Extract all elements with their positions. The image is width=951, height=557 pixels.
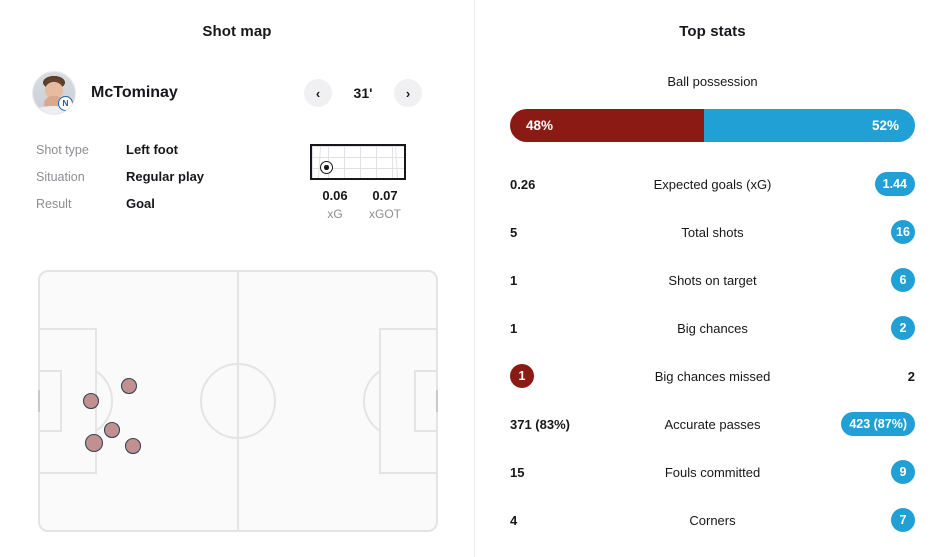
stat-home-cell: 15 bbox=[510, 465, 524, 480]
goal-frame-diagram bbox=[310, 144, 406, 180]
shot-marker-home[interactable] bbox=[82, 392, 100, 410]
goal-left bbox=[38, 390, 40, 412]
possession-home-segment: 48% bbox=[510, 109, 705, 142]
stat-home-cell: 5 bbox=[510, 225, 517, 240]
detail-value: Left foot bbox=[126, 142, 178, 157]
shot-map-panel: Shot map N McTominay ‹ 31' › Shot type L… bbox=[0, 0, 474, 557]
stat-away-pill: 16 bbox=[891, 220, 915, 244]
stat-row: 1 Shots on target 6 bbox=[510, 256, 915, 304]
stat-away-pill: 1.44 bbox=[874, 172, 915, 196]
shot-map-title: Shot map bbox=[202, 23, 272, 40]
stat-home-value: 1 bbox=[510, 272, 518, 288]
detail-row-result: Result Goal bbox=[36, 196, 286, 223]
goal-right bbox=[436, 390, 438, 412]
avatar: N bbox=[32, 71, 76, 115]
prev-shot-button[interactable]: ‹ bbox=[304, 79, 332, 107]
shot-marker-home[interactable] bbox=[103, 421, 121, 439]
shot-map-pitch[interactable] bbox=[38, 270, 438, 532]
stat-home-cell: 371 (83%) bbox=[510, 417, 570, 432]
stat-home-cell: 0.26 bbox=[510, 177, 535, 192]
stat-row: 1 Big chances 2 bbox=[510, 304, 915, 352]
shot-minute: 31' bbox=[353, 85, 373, 101]
club-badge-icon: N bbox=[58, 96, 73, 111]
stat-row: 0.26 Expected goals (xG) 1.44 bbox=[510, 160, 915, 208]
detail-key: Shot type bbox=[36, 143, 89, 157]
detail-value: Goal bbox=[126, 196, 155, 211]
stat-home-pill: 1 bbox=[510, 364, 534, 388]
stat-home-cell: 1 bbox=[510, 364, 534, 388]
stat-away-cell: 6 bbox=[891, 268, 915, 292]
detail-row-shot-type: Shot type Left foot bbox=[36, 142, 286, 169]
stat-home-cell: 1 bbox=[510, 321, 517, 336]
player-header: N McTominay ‹ 31' › bbox=[32, 67, 442, 119]
stat-label: Fouls committed bbox=[664, 464, 761, 480]
stat-away-cell: 9 bbox=[891, 460, 915, 484]
stat-label: Big chances missed bbox=[654, 368, 771, 384]
stat-away-cell: 16 bbox=[891, 220, 915, 244]
stat-home-cell: 1 bbox=[510, 273, 517, 288]
xgot-value: 0.07 bbox=[372, 188, 398, 203]
xg-cell: 0.06 xG bbox=[310, 188, 360, 221]
shot-details: Shot type Left foot Situation Regular pl… bbox=[36, 142, 286, 223]
stat-label: Big chances bbox=[677, 320, 748, 336]
pitch-container[interactable] bbox=[38, 270, 438, 532]
stat-away-pill: 2 bbox=[891, 316, 915, 340]
stat-label: Corners bbox=[689, 512, 736, 528]
stat-home-value: 15 bbox=[510, 464, 525, 480]
stat-home-value: 5 bbox=[510, 224, 518, 240]
detail-key: Result bbox=[36, 197, 72, 211]
xg-values: 0.06 xG 0.07 xGOT bbox=[310, 188, 410, 221]
stat-away-cell: 1.44 bbox=[874, 172, 915, 196]
xgot-cell: 0.07 xGOT bbox=[360, 188, 410, 221]
detail-key: Situation bbox=[36, 170, 85, 184]
goal-frame-block: 0.06 xG 0.07 xGOT bbox=[310, 144, 410, 221]
stat-away-cell: 2 bbox=[891, 316, 915, 340]
stat-home-cell: 4 bbox=[510, 513, 517, 528]
stat-away-pill: 9 bbox=[891, 460, 915, 484]
stat-away-pill: 6 bbox=[891, 268, 915, 292]
stat-row: 371 (83%) Accurate passes 423 (87%) bbox=[510, 400, 915, 448]
shot-navigation: ‹ 31' › bbox=[304, 79, 422, 107]
stat-row: 15 Fouls committed 9 bbox=[510, 448, 915, 496]
shot-marker-home[interactable] bbox=[120, 377, 138, 395]
detail-value: Regular play bbox=[126, 169, 205, 184]
shot-marker-home[interactable] bbox=[84, 433, 104, 453]
top-stats-panel: Top stats Ball possession 48% 52% 0.26 Ex… bbox=[474, 0, 951, 557]
stat-away-pill: 7 bbox=[891, 508, 915, 532]
shot-marker-home[interactable] bbox=[124, 437, 142, 455]
ball-possession-block: Ball possession 48% 52% bbox=[510, 74, 915, 142]
stat-label: Shots on target bbox=[668, 272, 757, 288]
possession-away-segment: 52% bbox=[704, 109, 915, 142]
match-stats-page: Shot map N McTominay ‹ 31' › Shot type L… bbox=[0, 0, 951, 557]
shot-placement-ball-icon bbox=[320, 161, 333, 174]
ball-possession-bar: 48% 52% bbox=[510, 109, 915, 142]
xgot-label: xGOT bbox=[369, 207, 401, 221]
stat-away-value: 2 bbox=[907, 368, 915, 384]
next-shot-button[interactable]: › bbox=[394, 79, 422, 107]
stat-row: 5 Total shots 16 bbox=[510, 208, 915, 256]
stats-list: 0.26 Expected goals (xG) 1.44 5 Total shots 1… bbox=[510, 160, 915, 544]
stat-home-value: 4 bbox=[510, 512, 518, 528]
stat-home-value: 1 bbox=[510, 320, 518, 336]
stat-label: Total shots bbox=[681, 224, 744, 240]
stat-away-cell: 423 (87%) bbox=[841, 412, 915, 436]
stat-away-cell: 2 bbox=[908, 369, 915, 384]
stat-away-pill: 423 (87%) bbox=[841, 412, 915, 436]
top-stats-title: Top stats bbox=[679, 23, 746, 40]
stat-row: 4 Corners 7 bbox=[510, 496, 915, 544]
xg-value: 0.06 bbox=[322, 188, 348, 203]
stat-label: Accurate passes bbox=[664, 416, 761, 432]
detail-row-situation: Situation Regular play bbox=[36, 169, 286, 196]
stat-label: Expected goals (xG) bbox=[653, 176, 772, 192]
player-name: McTominay bbox=[91, 84, 178, 101]
stat-row: 1 Big chances missed 2 bbox=[510, 352, 915, 400]
xg-label: xG bbox=[327, 207, 343, 221]
stat-home-value: 371 (83%) bbox=[510, 416, 570, 432]
ball-possession-label: Ball possession bbox=[667, 74, 758, 89]
stat-away-cell: 7 bbox=[891, 508, 915, 532]
stat-home-value: 0.26 bbox=[510, 176, 536, 192]
